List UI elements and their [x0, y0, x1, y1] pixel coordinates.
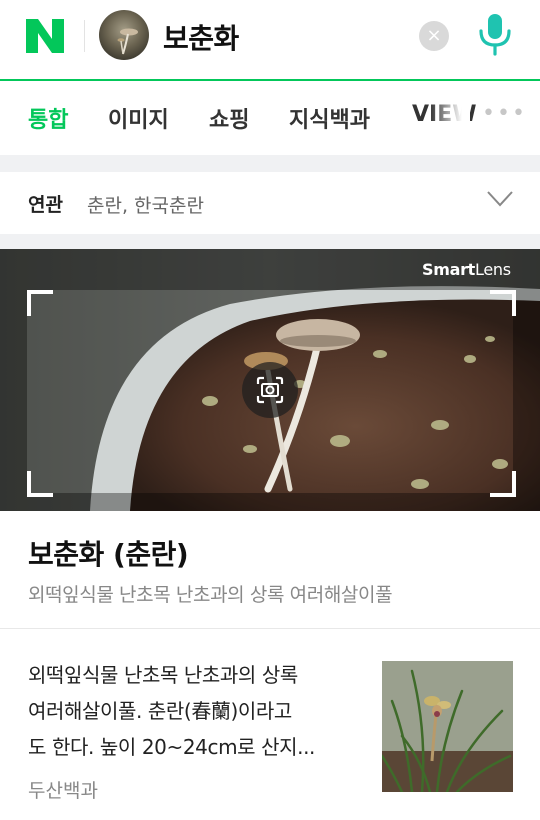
orchid-thumbnail[interactable]: [382, 661, 513, 792]
naver-logo[interactable]: [26, 19, 64, 53]
search-header: 보춘화 ×: [0, 0, 540, 81]
smart-lens-image[interactable]: SmartLens: [0, 249, 540, 511]
clear-search-button[interactable]: ×: [419, 21, 449, 51]
entity-title[interactable]: 보춘화 (춘란): [28, 533, 189, 573]
description-text[interactable]: 외떡잎식물 난초목 난초과의 상록 여러해살이풀. 춘란(春蘭)이라고 도 한다…: [28, 657, 366, 765]
smart-lens-brand: SmartLens: [422, 260, 511, 279]
orchid-photo: [382, 661, 513, 792]
section-gap: [0, 155, 540, 172]
tab-images[interactable]: 이미지: [108, 102, 169, 134]
smart-lens-brand-light: Lens: [475, 260, 511, 279]
description-line: 외떡잎식물 난초목 난초과의 상록: [28, 663, 298, 687]
crop-corner-bottom-left[interactable]: [27, 471, 53, 497]
related-label: 연관: [28, 194, 63, 216]
description-line: 도 한다. 높이 20~24cm로 산지...: [28, 735, 315, 759]
section-gap: [0, 234, 540, 249]
smart-lens-brand-bold: Smart: [422, 260, 476, 279]
more-tabs-icon[interactable]: •••: [482, 101, 526, 131]
header-divider: [84, 20, 85, 52]
crop-corner-top-left[interactable]: [27, 290, 53, 316]
microphone-icon[interactable]: [477, 12, 513, 58]
source-label[interactable]: 두산백과: [28, 776, 98, 803]
search-tabs: 통합 이미지 쇼핑 지식백과 VIEW •••: [0, 81, 540, 155]
entity-subtitle: 외떡잎식물 난초목 난초과의 상록 여러해살이풀: [28, 584, 393, 606]
lens-scan-button[interactable]: [242, 362, 298, 418]
tab-encyclopedia[interactable]: 지식백과: [289, 102, 370, 134]
related-searches: 연관 춘란, 한국춘란: [0, 172, 540, 234]
search-image-thumbnail[interactable]: [99, 10, 149, 60]
tab-integrated[interactable]: 통합: [28, 102, 68, 134]
content-divider: [0, 628, 540, 629]
crop-corner-top-right[interactable]: [490, 290, 516, 316]
scan-icon: [256, 376, 284, 404]
chevron-down-icon[interactable]: [487, 191, 513, 207]
search-query-text[interactable]: 보춘화: [163, 17, 239, 57]
tab-shopping[interactable]: 쇼핑: [209, 102, 249, 134]
related-terms[interactable]: 춘란, 한국춘란: [87, 191, 204, 218]
crop-corner-bottom-right[interactable]: [490, 471, 516, 497]
tabs-fade: [430, 81, 470, 155]
description-line: 여러해살이풀. 춘란(春蘭)이라고: [28, 699, 292, 723]
mushroom-thumbnail-graphic: [117, 28, 138, 55]
